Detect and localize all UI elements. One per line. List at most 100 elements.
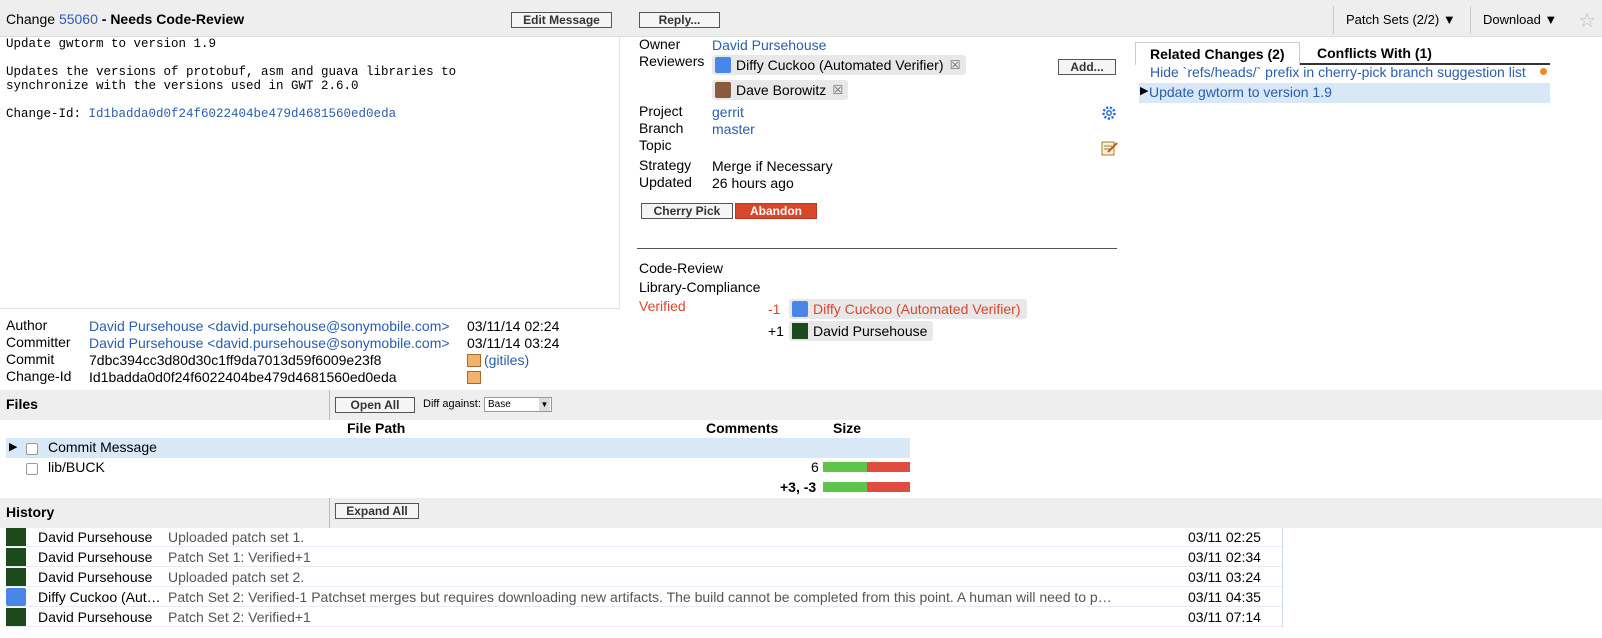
related-change-item-selected[interactable]: ▶ Update gwtorm to version 1.9: [1139, 83, 1550, 103]
message-changeid-line: Change-Id: Id1badda0d0f24f6022404be479d4…: [6, 107, 396, 121]
message-changeid-link[interactable]: Id1badda0d0f24f6022404be479d4681560ed0ed…: [89, 107, 397, 121]
open-all-button[interactable]: Open All: [335, 397, 415, 413]
change-title: Change 55060 - Needs Code-Review: [6, 11, 244, 27]
avatar: [6, 588, 26, 606]
history-author: Diffy Cuckoo (Aut…: [38, 589, 161, 605]
edit-message-button[interactable]: Edit Message: [511, 12, 612, 28]
history-date: 03/11 02:25: [1188, 529, 1261, 545]
vote-name: David Pursehouse: [813, 323, 928, 339]
message-body-line2: synchronize with the versions used in GW…: [6, 79, 359, 93]
divider: [329, 390, 330, 420]
patch-sets-dropdown[interactable]: Patch Sets (2/2) ▼: [1333, 6, 1468, 34]
file-row[interactable]: ▶ Commit Message: [6, 438, 910, 458]
owner-label: Owner: [639, 36, 681, 52]
reply-button[interactable]: Reply...: [639, 12, 720, 28]
code-review-label: Code-Review: [639, 260, 724, 276]
author-label: Author: [6, 317, 48, 333]
message-changeid-label: Change-Id:: [6, 107, 89, 121]
vote-score: -1: [768, 301, 781, 317]
diff-against-select[interactable]: Base ▼: [484, 397, 552, 412]
history-row[interactable]: David Pursehouse Patch Set 2: Verified+1…: [6, 607, 1282, 627]
star-icon[interactable]: ☆: [1578, 8, 1596, 33]
gear-icon[interactable]: [1101, 105, 1117, 121]
avatar: [715, 82, 731, 98]
tab-related-changes[interactable]: Related Changes (2): [1135, 42, 1300, 65]
library-compliance-label: Library-Compliance: [639, 279, 761, 295]
gitiles-link[interactable]: (gitiles): [484, 352, 529, 368]
updated-label: Updated: [639, 174, 692, 190]
verified-label: Verified: [639, 298, 686, 314]
file-size: 6: [811, 459, 819, 475]
size-bar: [823, 462, 910, 472]
copy-clipboard-icon[interactable]: [467, 371, 481, 384]
history-message: Patch Set 1: Verified+1: [168, 549, 311, 565]
tab-conflicts-with[interactable]: Conflicts With (1): [1303, 42, 1446, 65]
committer-label: Committer: [6, 334, 71, 350]
vote-chip-david: David Pursehouse: [789, 321, 934, 341]
remove-reviewer-icon[interactable]: ☒: [833, 80, 844, 100]
divider: [1282, 527, 1283, 627]
diff-against-value: Base: [488, 399, 511, 410]
change-number-link[interactable]: 55060: [59, 11, 98, 27]
reviewer-name: Dave Borowitz: [736, 82, 827, 98]
file-row[interactable]: lib/BUCK 6: [6, 458, 910, 478]
size-bar-removed: [867, 482, 910, 492]
expand-all-button[interactable]: Expand All: [335, 503, 419, 519]
history-row[interactable]: Diffy Cuckoo (Aut… Patch Set 2: Verified…: [6, 587, 1282, 607]
file-reviewed-checkbox[interactable]: [26, 443, 38, 455]
related-change-label[interactable]: Update gwtorm to version 1.9: [1149, 84, 1332, 100]
commit-sha: 7dbc394cc3d80d30c1ff9da7013d59f6009e23f8: [89, 352, 382, 368]
changeid-value: Id1badda0d0f24f6022404be479d4681560ed0ed…: [89, 369, 397, 385]
history-row[interactable]: David Pursehouse Uploaded patch set 1. 0…: [6, 527, 1282, 547]
files-header: Files: [0, 390, 1602, 420]
diff-against-label: Diff against:: [423, 398, 481, 410]
change-header: Change 55060 - Needs Code-Review Edit Me…: [0, 0, 1602, 37]
avatar: [6, 548, 26, 566]
abandon-button[interactable]: Abandon: [735, 203, 817, 219]
col-comments: Comments: [706, 420, 779, 436]
branch-link[interactable]: master: [712, 121, 755, 137]
message-subject: Update gwtorm to version 1.9: [6, 37, 217, 51]
add-reviewer-button[interactable]: Add...: [1058, 59, 1116, 75]
arrow-right-icon: ▶: [9, 441, 18, 453]
author-date: 03/11/14 02:24: [467, 318, 560, 334]
file-path[interactable]: Commit Message: [48, 439, 157, 455]
file-path[interactable]: lib/BUCK: [48, 459, 105, 475]
history-message: Uploaded patch set 1.: [168, 529, 305, 545]
topic-label: Topic: [639, 137, 672, 153]
copy-clipboard-icon[interactable]: [467, 354, 481, 367]
related-change-item[interactable]: Hide `refs/heads/` prefix in cherry-pick…: [1150, 64, 1526, 80]
history-row[interactable]: David Pursehouse Patch Set 1: Verified+1…: [6, 547, 1282, 567]
remove-reviewer-icon[interactable]: ☒: [950, 55, 961, 75]
history-author: David Pursehouse: [38, 569, 153, 585]
history-author: David Pursehouse: [38, 529, 153, 545]
committer-link[interactable]: David Pursehouse <david.pursehouse@sonym…: [89, 335, 450, 351]
updated-value: 26 hours ago: [712, 175, 794, 191]
edit-topic-icon[interactable]: [1101, 140, 1118, 156]
change-status: - Needs Code-Review: [101, 11, 245, 27]
history-header: History: [0, 498, 1602, 528]
files-title: Files: [6, 396, 38, 412]
avatar: [715, 57, 731, 73]
avatar: [792, 323, 808, 339]
cherry-pick-button[interactable]: Cherry Pick: [641, 203, 733, 219]
history-message: Patch Set 2: Verified+1: [168, 609, 311, 625]
owner-link[interactable]: David Pursehouse: [712, 37, 826, 53]
strategy-label: Strategy: [639, 157, 692, 173]
files-total: +3, -3: [780, 479, 817, 495]
changeid-label: Change-Id: [6, 368, 72, 384]
history-message: Patch Set 2: Verified-1 Patchset merges …: [168, 589, 1112, 605]
author-link[interactable]: David Pursehouse <david.pursehouse@sonym…: [89, 318, 450, 334]
col-file-path: File Path: [347, 420, 406, 436]
history-date: 03/11 07:14: [1188, 609, 1261, 625]
arrow-right-icon: ▶: [1140, 85, 1149, 97]
history-message: Uploaded patch set 2.: [168, 569, 305, 585]
divider: [637, 248, 1117, 249]
project-link[interactable]: gerrit: [712, 104, 744, 120]
history-date: 03/11 04:35: [1188, 589, 1261, 605]
branch-label: Branch: [639, 120, 684, 136]
related-tabs: Related Changes (2) Conflicts With (1): [1135, 38, 1550, 65]
file-reviewed-checkbox[interactable]: [26, 463, 38, 475]
history-row[interactable]: David Pursehouse Uploaded patch set 2. 0…: [6, 567, 1282, 587]
download-dropdown[interactable]: Download ▼: [1470, 6, 1569, 34]
